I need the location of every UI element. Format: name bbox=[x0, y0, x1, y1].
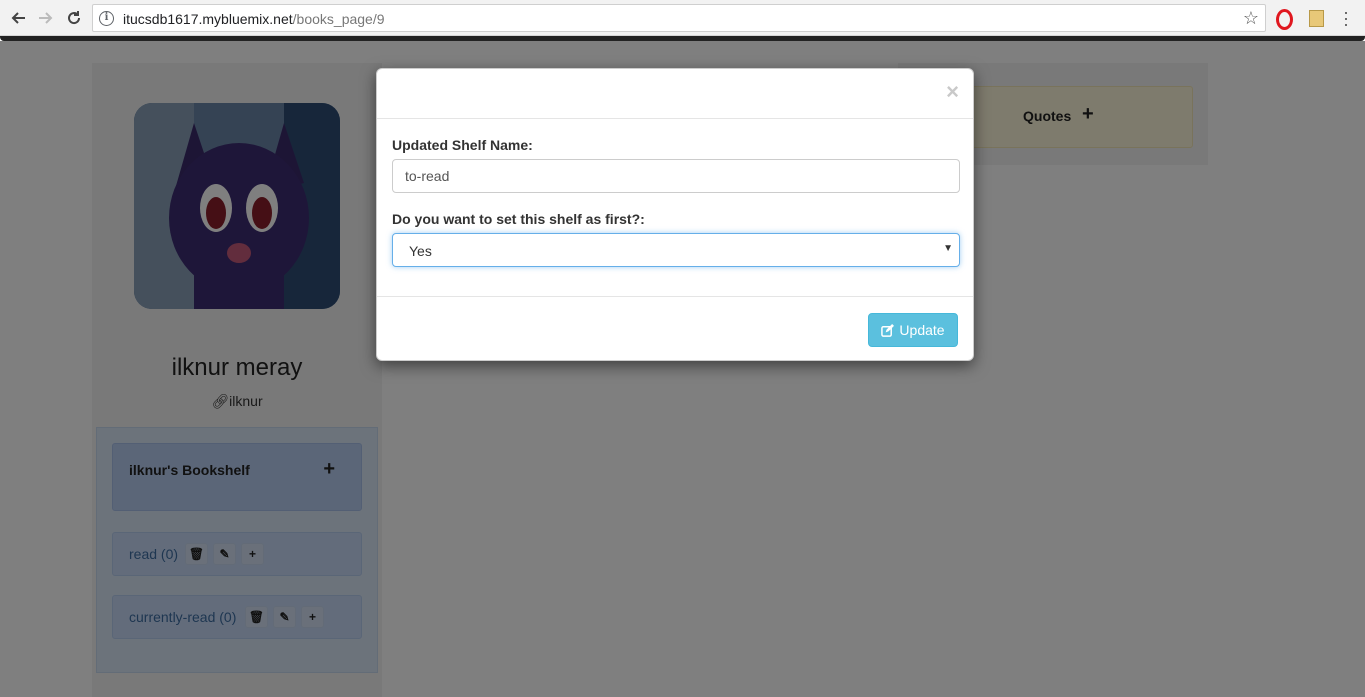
url-path: /books_page/9 bbox=[292, 11, 385, 27]
modal-body: Updated Shelf Name: Do you want to set t… bbox=[377, 119, 973, 297]
modal-header: × bbox=[377, 69, 973, 119]
update-button[interactable]: Update bbox=[868, 313, 958, 347]
set-first-select[interactable]: Yes ▼ bbox=[392, 233, 960, 267]
edit-icon bbox=[881, 323, 895, 337]
update-button-label: Update bbox=[899, 322, 945, 338]
chevron-down-icon: ▼ bbox=[943, 243, 953, 254]
address-bar[interactable]: i itucsdb1617.mybluemix.net/books_page/9… bbox=[92, 4, 1266, 32]
url-host: itucsdb1617.mybluemix.net bbox=[123, 11, 293, 27]
forward-arrow-icon[interactable] bbox=[36, 8, 56, 28]
shelf-name-label: Updated Shelf Name: bbox=[392, 137, 533, 153]
opera-extension-icon[interactable] bbox=[1274, 8, 1294, 30]
set-first-label: Do you want to set this shelf as first?: bbox=[392, 211, 645, 227]
browser-menu-icon[interactable]: · · · bbox=[1338, 3, 1354, 33]
edit-shelf-modal: × Updated Shelf Name: Do you want to set… bbox=[376, 68, 974, 361]
modal-footer: Update bbox=[377, 298, 973, 362]
set-first-selected-value: Yes bbox=[409, 243, 432, 259]
shelf-name-input[interactable] bbox=[392, 159, 960, 193]
back-arrow-icon[interactable] bbox=[8, 8, 28, 28]
bookmark-star-icon[interactable]: ☆ bbox=[1243, 8, 1259, 28]
reload-icon[interactable] bbox=[64, 8, 84, 28]
info-icon[interactable]: i bbox=[99, 11, 114, 26]
notes-extension-icon[interactable] bbox=[1306, 8, 1326, 28]
close-icon[interactable]: × bbox=[946, 81, 959, 103]
browser-toolbar: i itucsdb1617.mybluemix.net/books_page/9… bbox=[0, 0, 1365, 36]
url-text: itucsdb1617.mybluemix.net/books_page/9 bbox=[123, 11, 385, 27]
